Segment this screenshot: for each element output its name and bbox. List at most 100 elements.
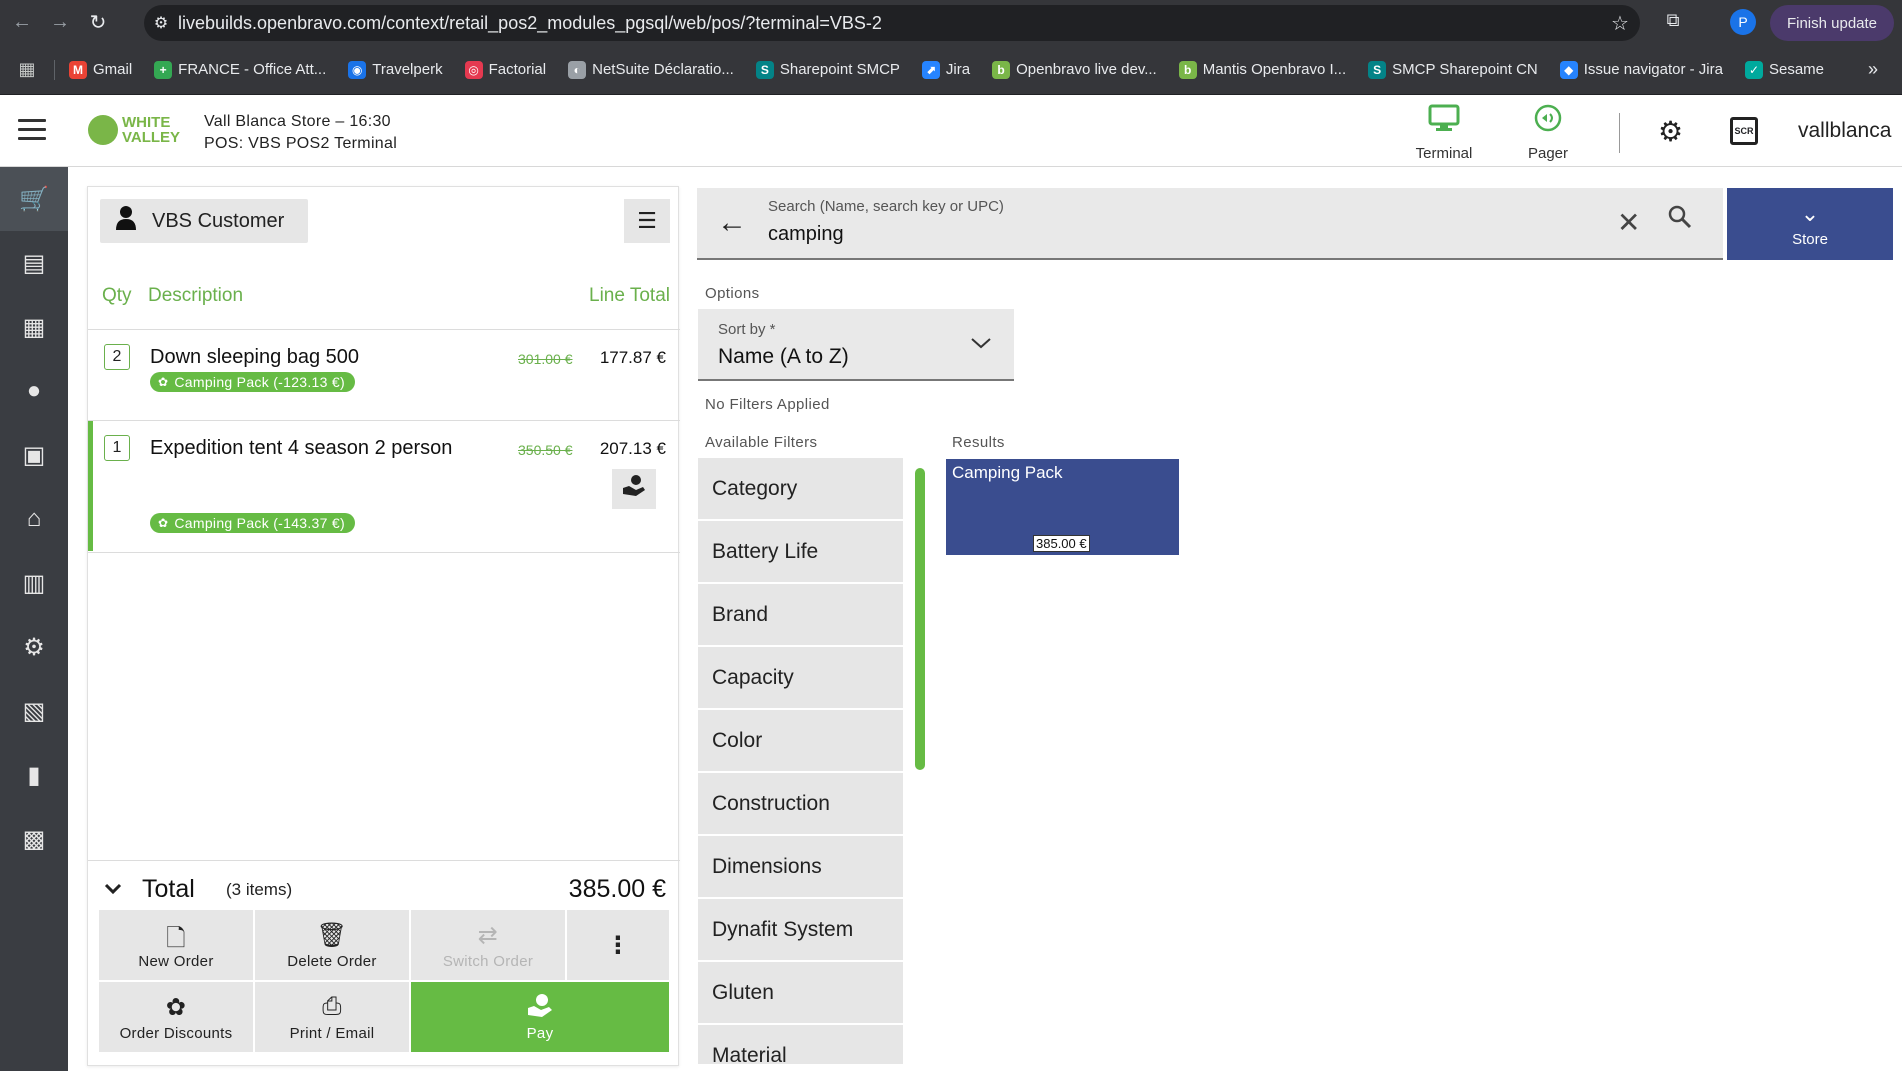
trash-icon: 🗑: [316, 921, 348, 949]
filter-item[interactable]: Construction: [698, 773, 903, 834]
menu-icon[interactable]: [18, 119, 46, 141]
store-icon[interactable]: ⌂: [0, 487, 68, 551]
bookmark-item[interactable]: M Gmail: [69, 60, 132, 79]
line-description: Down sleeping bag 500: [150, 346, 360, 368]
cash-register-icon[interactable]: ▣: [0, 423, 68, 487]
filter-item[interactable]: Dynafit System: [698, 899, 903, 960]
header-separator: [1619, 113, 1620, 153]
bookmark-item[interactable]: ◎ Factorial: [464, 60, 546, 79]
settings-icon[interactable]: ⚙: [0, 615, 68, 679]
filter-item[interactable]: Battery Life: [698, 521, 903, 582]
order-discounts-label: Order Discounts: [119, 1024, 233, 1042]
store-line: Vall Blanca Store – 16:30: [204, 113, 391, 130]
delete-order-button[interactable]: 🗑 Delete Order: [255, 910, 409, 980]
bookmark-item[interactable]: S SMCP Sharepoint CN: [1368, 60, 1538, 79]
more-options-button[interactable]: ⋮: [567, 910, 669, 980]
bookmark-item[interactable]: ⬈ Jira: [921, 60, 970, 79]
customer-icon[interactable]: ●: [0, 359, 68, 423]
line-total: 177.87 €: [599, 348, 666, 367]
new-order-label: New Order: [138, 952, 214, 970]
more-bookmarks-icon[interactable]: »: [1868, 59, 1878, 80]
bookmark-item[interactable]: ✓ Sesame: [1744, 60, 1824, 79]
username[interactable]: vallblanca: [1798, 119, 1891, 143]
filter-item[interactable]: Brand: [698, 584, 903, 645]
ticket-line[interactable]: 2 Down sleeping bag 500 301.00 € 177.87 …: [88, 330, 680, 420]
document-icon[interactable]: ▮: [0, 743, 68, 807]
product-name: Camping Pack: [952, 463, 1063, 482]
search-input[interactable]: camping: [768, 223, 844, 246]
switch-icon: ⇄: [477, 921, 499, 949]
logo-text-line2: VALLEY: [122, 129, 181, 146]
terminal-label: Terminal: [1415, 145, 1473, 162]
pager-label: Pager: [1527, 145, 1569, 162]
receipt-properties-button[interactable]: ☰: [624, 199, 670, 243]
reload-icon[interactable]: ↻: [82, 7, 114, 39]
order-discounts-button[interactable]: ✿ Order Discounts: [99, 982, 253, 1052]
bookmark-label: Openbravo live dev...: [1016, 61, 1157, 78]
line-qty: 2: [104, 344, 130, 370]
receipt-icon[interactable]: ▤: [0, 231, 68, 295]
screen-lock-icon[interactable]: SCR: [1730, 117, 1758, 145]
discount-badge: ✿ Camping Pack (-123.13 €): [150, 372, 355, 392]
bookmark-item[interactable]: b Mantis Openbravo I...: [1178, 60, 1347, 79]
chevron-down-icon[interactable]: [104, 879, 122, 900]
finish-update-button[interactable]: Finish update: [1770, 5, 1894, 41]
filter-item[interactable]: Gluten: [698, 962, 903, 1023]
apps-grid-icon[interactable]: ▦: [0, 59, 54, 80]
no-filters-text: No Filters Applied: [705, 396, 830, 413]
total-label: Total: [142, 875, 195, 903]
url-text[interactable]: livebuilds.openbravo.com/context/retail_…: [178, 13, 1600, 34]
ticket-line-selected[interactable]: 1 Expedition tent 4 season 2 person 350.…: [88, 421, 680, 551]
receipt-settings-icon[interactable]: ▦: [0, 295, 68, 359]
switch-order-button[interactable]: ⇄ Switch Order: [411, 910, 565, 980]
filter-item[interactable]: Dimensions: [698, 836, 903, 897]
product-search-field[interactable]: ← Search (Name, search key or UPC) campi…: [697, 188, 1723, 260]
bookmark-label: Mantis Openbravo I...: [1202, 61, 1347, 78]
printer-icon[interactable]: ▩: [0, 807, 68, 871]
bookmark-favicon-icon: S: [755, 60, 774, 79]
new-order-button[interactable]: 🗋 New Order: [99, 910, 253, 980]
filter-scrollbar[interactable]: [915, 468, 925, 770]
customer-button[interactable]: VBS Customer: [100, 199, 308, 243]
bookmark-item[interactable]: ◐ NetSuite Déclaratio...: [568, 60, 734, 79]
filter-item[interactable]: Color: [698, 710, 903, 771]
bookmark-item[interactable]: + FRANCE - Office Att...: [154, 60, 326, 79]
store-button[interactable]: ⌄ Store: [1727, 188, 1893, 260]
sort-by-select[interactable]: Sort by * Name (A to Z): [698, 309, 1014, 381]
cart-icon[interactable]: 🛒: [0, 167, 68, 231]
services-button[interactable]: [612, 469, 656, 509]
bookmark-item[interactable]: ◆ Issue navigator - Jira: [1559, 60, 1723, 79]
pager-button[interactable]: Pager: [1498, 103, 1598, 162]
sort-label: Sort by *: [718, 321, 776, 338]
bookmark-item[interactable]: b Openbravo live dev...: [992, 60, 1157, 79]
back-arrow-icon[interactable]: ←: [717, 206, 747, 240]
site-settings-icon[interactable]: ⚙: [144, 13, 178, 33]
print-email-button[interactable]: ⎙ Print / Email: [255, 982, 409, 1052]
chevron-down-icon[interactable]: [970, 333, 992, 354]
receipt-list-icon: ☰: [637, 208, 657, 233]
total-items: (3 items): [226, 880, 293, 899]
extensions-icon[interactable]: ⧉: [1660, 10, 1686, 36]
chart-document-icon[interactable]: ▧: [0, 679, 68, 743]
forward-arrow-icon[interactable]: →: [44, 7, 76, 39]
bookmark-item[interactable]: ◉ Travelperk: [348, 60, 443, 79]
address-bar[interactable]: ⚙ livebuilds.openbravo.com/context/retai…: [144, 5, 1640, 41]
bookmark-item[interactable]: S Sharepoint SMCP: [755, 60, 900, 79]
terminal-button[interactable]: Terminal: [1394, 103, 1494, 162]
profile-avatar[interactable]: P: [1730, 9, 1756, 35]
bookmark-star-icon[interactable]: ☆: [1600, 11, 1640, 36]
search-icon[interactable]: [1667, 204, 1693, 237]
pay-button[interactable]: Pay: [411, 982, 669, 1052]
product-card[interactable]: Camping Pack 385.00 €: [946, 459, 1179, 555]
filter-item[interactable]: Category: [698, 458, 903, 519]
back-arrow-icon[interactable]: ←: [6, 7, 38, 39]
settings-gear-icon[interactable]: ⚙: [1658, 115, 1683, 148]
filter-item[interactable]: Material: [698, 1025, 903, 1064]
bookmark-favicon-icon: ✓: [1744, 60, 1763, 79]
clear-icon[interactable]: ✕: [1617, 206, 1640, 239]
filter-item[interactable]: Capacity: [698, 647, 903, 708]
line-description: Expedition tent 4 season 2 person: [150, 437, 453, 459]
bookmark-favicon-icon: M: [69, 60, 87, 79]
line-qty: 1: [104, 435, 130, 461]
report-icon[interactable]: ▥: [0, 551, 68, 615]
